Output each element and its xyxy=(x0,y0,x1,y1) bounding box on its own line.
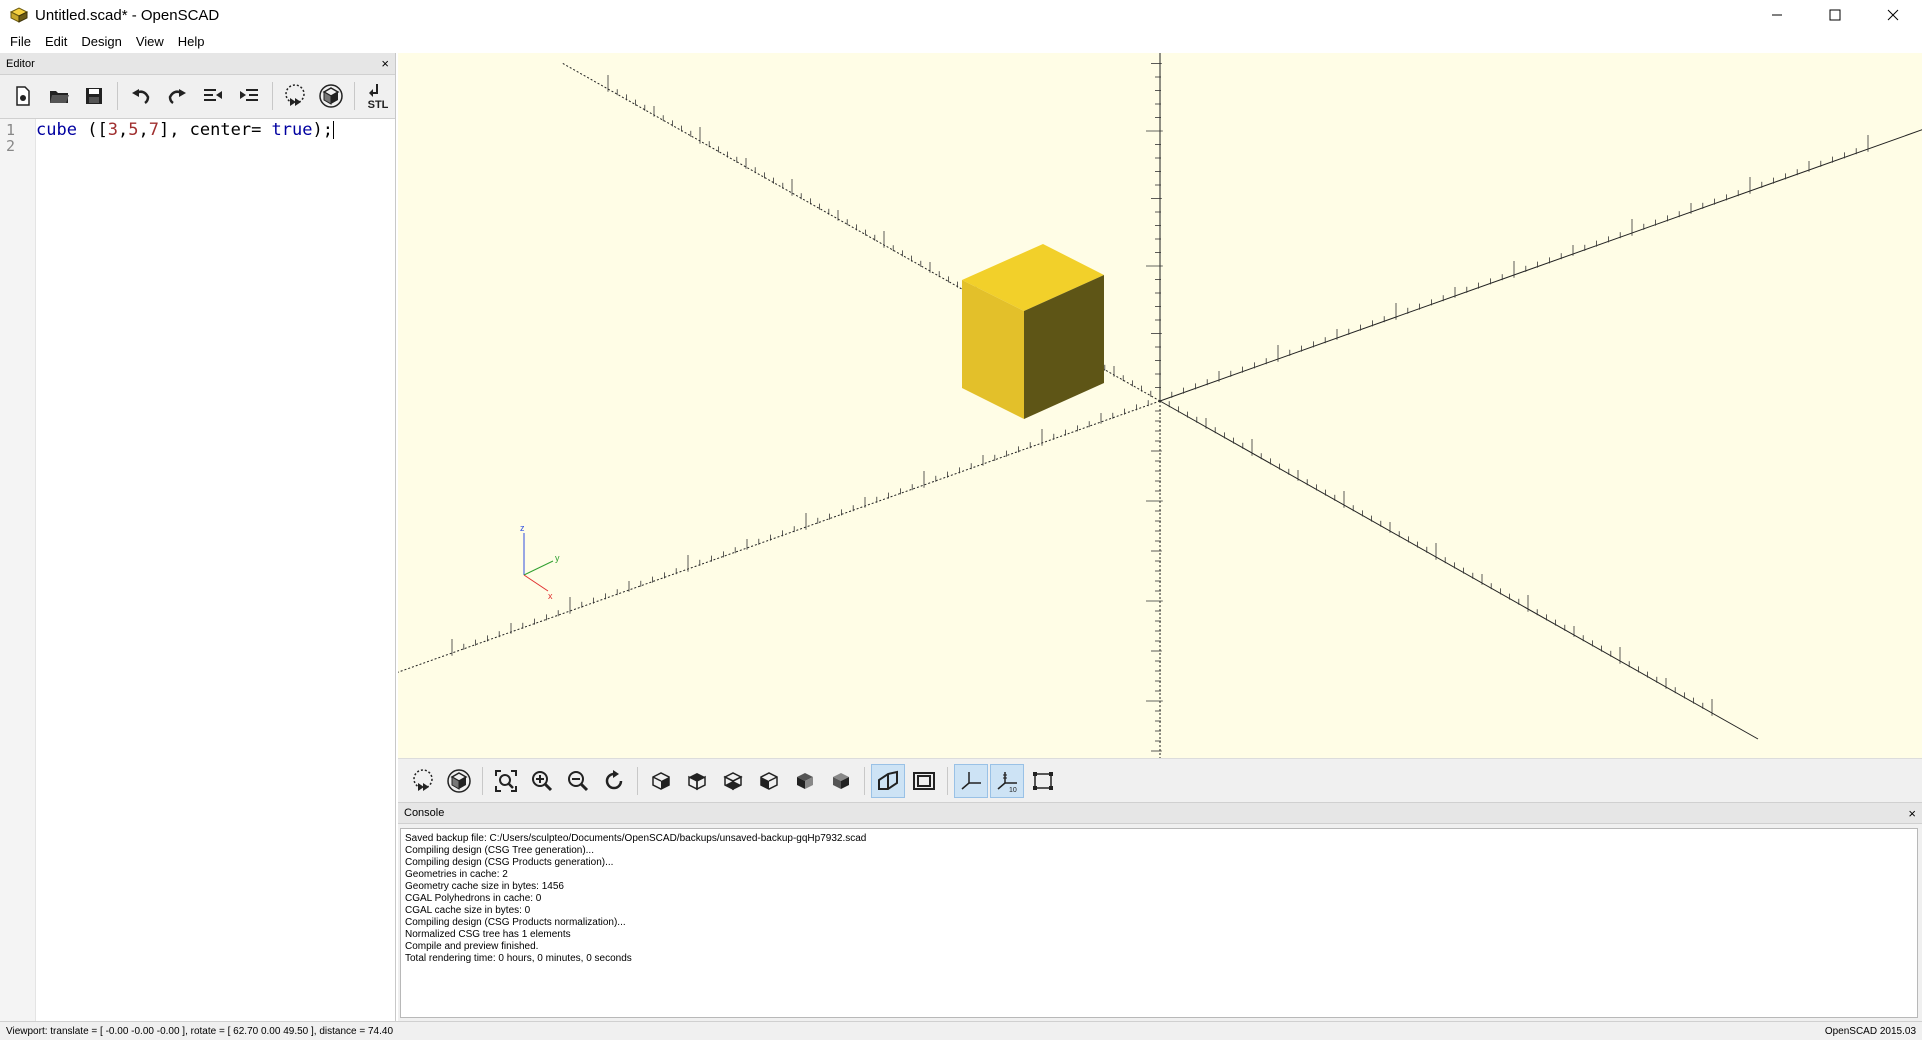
console-header: Console × xyxy=(398,802,1922,824)
openscad-app-icon xyxy=(9,7,29,23)
console-line: Compiling design (CSG Tree generation)..… xyxy=(405,845,594,856)
indicator-y-label: y xyxy=(555,553,560,563)
menu-bar: File Edit Design View Help xyxy=(0,30,1922,53)
console-line: Compiling design (CSG Products generatio… xyxy=(405,857,614,868)
toolbar-separator xyxy=(482,766,483,795)
left-view-icon[interactable] xyxy=(752,764,786,798)
console-line: Compile and preview finished. xyxy=(405,941,539,952)
show-scale-markers-icon[interactable]: 10 xyxy=(990,763,1024,798)
console-output[interactable]: Saved backup file: C:/Users/sculpteo/Doc… xyxy=(400,828,1918,1018)
menu-view[interactable]: View xyxy=(129,30,171,53)
preview-icon[interactable] xyxy=(279,79,313,113)
toolbar-separator xyxy=(354,82,356,110)
code-line[interactable]: cube ([3,5,7], center= true); xyxy=(36,120,334,140)
front-view-icon[interactable] xyxy=(788,764,822,798)
console-line: Compiling design (CSG Products normaliza… xyxy=(405,917,626,928)
save-icon[interactable] xyxy=(78,79,112,113)
preview-icon[interactable] xyxy=(406,764,440,798)
indicator-x-label: x xyxy=(548,591,553,601)
editor-panel: Editor × STL 1 2 cube ([3,5,7], center= … xyxy=(0,53,396,1021)
open-file-icon[interactable] xyxy=(42,79,76,113)
menu-help[interactable]: Help xyxy=(171,30,212,53)
console-line: Saved backup file: C:/Users/sculpteo/Doc… xyxy=(405,833,867,844)
y-axis-positive xyxy=(1159,129,1922,402)
view-all-icon[interactable] xyxy=(489,764,523,798)
console-line: CGAL Polyhedrons in cache: 0 xyxy=(405,893,542,904)
perspective-icon[interactable] xyxy=(871,763,905,798)
editor-close-button[interactable]: × xyxy=(381,57,389,70)
console-line: CGAL cache size in bytes: 0 xyxy=(405,905,531,916)
y-axis-negative xyxy=(398,400,1161,673)
menu-edit[interactable]: Edit xyxy=(38,30,74,53)
console-panel: Console × Saved backup file: C:/Users/sc… xyxy=(398,802,1922,1021)
toolbar-separator xyxy=(117,82,119,110)
new-file-icon[interactable] xyxy=(6,79,40,113)
render-icon[interactable] xyxy=(314,79,348,113)
console-line: Normalized CSG tree has 1 elements xyxy=(405,929,571,940)
editor-header: Editor × xyxy=(0,53,395,75)
stl-label: STL xyxy=(368,99,389,111)
view-toolbar: 10 xyxy=(398,758,1922,802)
code-editor[interactable]: 12 cube ([3,5,7], center= true); xyxy=(0,118,395,1021)
editor-toolbar: STL xyxy=(0,75,395,117)
indicator-y-axis xyxy=(523,560,554,576)
show-edges-icon[interactable] xyxy=(1026,764,1060,798)
console-title: Console xyxy=(404,807,445,819)
render-icon[interactable] xyxy=(442,764,476,798)
orthogonal-icon[interactable] xyxy=(907,764,941,798)
zoom-out-icon[interactable] xyxy=(561,764,595,798)
3d-viewport[interactable]: z y x xyxy=(398,53,1922,758)
editor-title: Editor xyxy=(6,57,35,70)
status-bar: Viewport: translate = [ -0.00 -0.00 -0.0… xyxy=(0,1021,1922,1040)
console-line: Geometries in cache: 2 xyxy=(405,869,508,880)
toolbar-separator xyxy=(947,766,948,795)
indicator-z-label: z xyxy=(520,523,525,533)
menu-design[interactable]: Design xyxy=(74,30,128,53)
indicator-x-axis xyxy=(523,574,549,592)
line-number-gutter: 12 xyxy=(0,119,36,1021)
bottom-view-icon[interactable] xyxy=(716,764,750,798)
show-axes-icon[interactable] xyxy=(954,763,988,798)
maximize-icon[interactable] xyxy=(1806,0,1864,30)
top-view-icon[interactable] xyxy=(680,764,714,798)
version-label: OpenSCAD 2015.03 xyxy=(1824,1025,1916,1037)
redo-icon[interactable] xyxy=(160,79,194,113)
export-stl-icon[interactable]: STL xyxy=(361,79,395,113)
close-icon[interactable] xyxy=(1864,0,1922,30)
toolbar-separator xyxy=(864,766,865,795)
undo-icon[interactable] xyxy=(124,79,158,113)
window-title: Untitled.scad* - OpenSCAD xyxy=(35,6,220,24)
indent-icon[interactable] xyxy=(232,79,266,113)
toolbar-separator xyxy=(271,82,273,110)
viewport-canvas[interactable]: z y x xyxy=(398,53,1922,758)
svg-text:10: 10 xyxy=(1009,787,1017,793)
reset-view-icon[interactable] xyxy=(597,764,631,798)
console-close-button[interactable]: × xyxy=(1908,806,1916,821)
back-view-icon[interactable] xyxy=(824,764,858,798)
x-axis-positive xyxy=(1159,400,1759,740)
toolbar-separator xyxy=(637,766,638,795)
text-cursor xyxy=(332,121,334,139)
line-number: 2 xyxy=(6,137,16,155)
viewport-status: Viewport: translate = [ -0.00 -0.00 -0.0… xyxy=(6,1025,394,1037)
menu-file[interactable]: File xyxy=(3,30,38,53)
console-line: Total rendering time: 0 hours, 0 minutes… xyxy=(405,953,632,964)
title-bar: Untitled.scad* - OpenSCAD xyxy=(0,0,1922,30)
minimize-icon[interactable] xyxy=(1748,0,1806,30)
zoom-in-icon[interactable] xyxy=(525,764,559,798)
console-line: Geometry cache size in bytes: 1456 xyxy=(405,881,564,892)
unindent-icon[interactable] xyxy=(196,79,230,113)
right-view-icon[interactable] xyxy=(644,764,678,798)
